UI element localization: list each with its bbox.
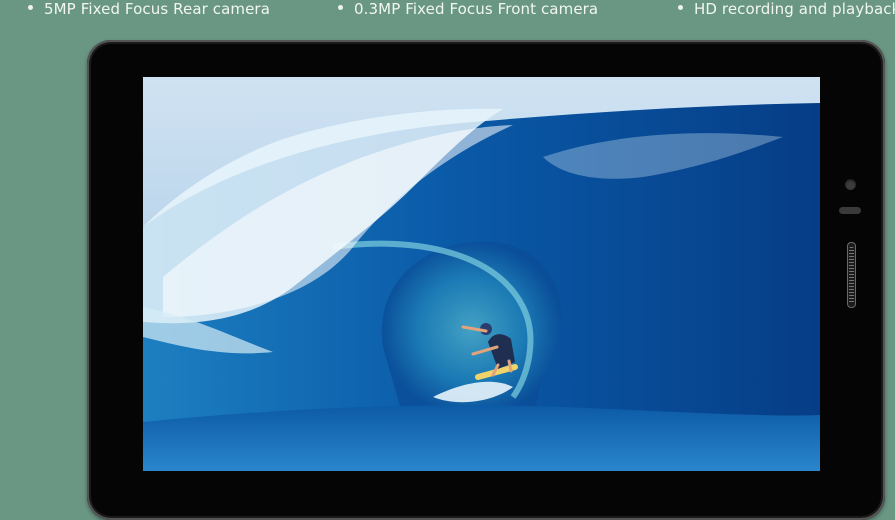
tablet-device bbox=[87, 40, 885, 520]
camera-features-list: 5MP Fixed Focus Rear camera 0.3MP Fixed … bbox=[0, 0, 895, 22]
surf-wave-illustration bbox=[143, 77, 820, 471]
feature-label: 0.3MP Fixed Focus Front camera bbox=[354, 0, 599, 18]
sensor-icon bbox=[839, 207, 861, 214]
bullet-dot-icon bbox=[678, 5, 683, 10]
feature-label: HD recording and playback bbox=[694, 0, 895, 18]
feature-label: 5MP Fixed Focus Rear camera bbox=[44, 0, 270, 18]
speaker-holes bbox=[849, 247, 854, 303]
feature-item-front-camera: 0.3MP Fixed Focus Front camera bbox=[338, 0, 598, 20]
bullet-dot-icon bbox=[338, 5, 343, 10]
front-camera-icon bbox=[845, 179, 856, 190]
feature-item-rear-camera: 5MP Fixed Focus Rear camera bbox=[28, 0, 270, 20]
tablet-screen-surfer-image bbox=[143, 77, 820, 471]
speaker-grill-icon bbox=[847, 242, 856, 308]
bullet-dot-icon bbox=[28, 5, 33, 10]
feature-item-hd-recording: HD recording and playback bbox=[678, 0, 895, 20]
